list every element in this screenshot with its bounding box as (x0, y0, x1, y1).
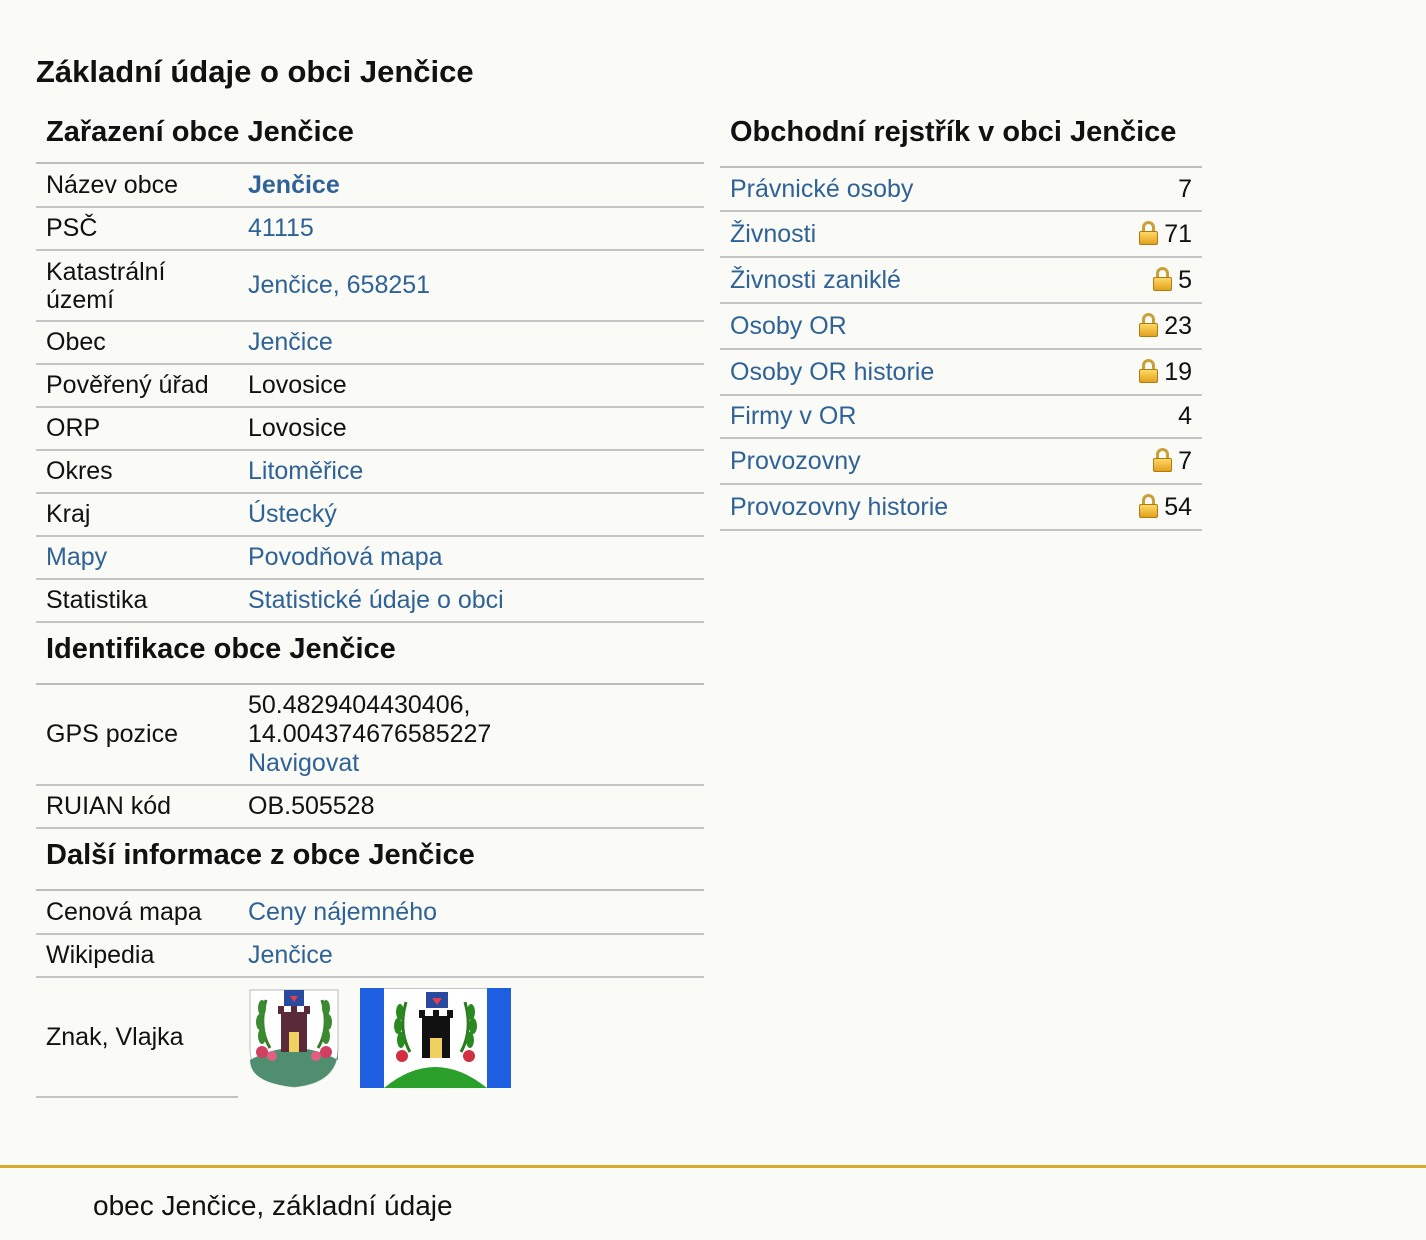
table-row: Živnosti zaniklé 5 (720, 257, 1202, 304)
register-link[interactable]: Živnosti (730, 220, 816, 248)
flood-map-link[interactable]: Povodňová mapa (248, 543, 443, 571)
navigate-link[interactable]: Navigovat (248, 749, 359, 777)
row-label: Okres (36, 450, 238, 494)
footer-divider (0, 1165, 1426, 1168)
identifikace-section: Identifikace obce Jenčice GPS pozice 50.… (36, 623, 704, 829)
table-row: Obec Jenčice (36, 321, 704, 365)
register-count: 5 (1178, 265, 1192, 294)
table-row: Mapy Povodňová mapa (36, 536, 704, 580)
row-value: Lovosice (238, 407, 704, 451)
lock-icon (1153, 447, 1173, 472)
footer-text: obec Jenčice, základní údaje (93, 1190, 453, 1221)
row-value: Lovosice (238, 364, 704, 408)
identifikace-table: GPS pozice 50.4829404430406, 14.00437467… (36, 685, 704, 829)
table-row: Katastrální území Jenčice, 658251 (36, 250, 704, 322)
dalsi-heading: Další informace z obce Jenčice (36, 829, 704, 891)
table-row: PSČ 41115 (36, 207, 704, 251)
register-link[interactable]: Firmy v OR (730, 402, 856, 430)
business-register-panel: Obchodní rejstřík v obci Jenčice Právnic… (720, 112, 1202, 531)
row-label: RUIAN kód (36, 785, 238, 829)
table-row: Kraj Ústecký (36, 493, 704, 537)
row-label: Obec (36, 321, 238, 365)
dalsi-section: Další informace z obce Jenčice Cenová ma… (36, 829, 704, 1098)
register-count: 54 (1164, 492, 1192, 521)
register-link[interactable]: Provozovny (730, 447, 861, 475)
table-row: Název obce Jenčice (36, 164, 704, 208)
row-label: Pověřený úřad (36, 364, 238, 408)
gps-latitude: 50.4829404430406, (248, 691, 471, 719)
table-row: Wikipedia Jenčice (36, 934, 704, 978)
register-count: 7 (1178, 174, 1192, 203)
kraj-link[interactable]: Ústecký (248, 500, 337, 528)
register-count: 71 (1164, 219, 1192, 248)
municipality-name-link[interactable]: Jenčice (248, 171, 340, 199)
table-row: ORP Lovosice (36, 407, 704, 451)
table-row: Firmy v OR 4 (720, 395, 1202, 439)
coat-of-arms-image[interactable] (248, 988, 340, 1088)
ruian-code: OB.505528 (238, 785, 704, 829)
lock-icon (1139, 493, 1159, 518)
table-row: Pověřený úřad Lovosice (36, 364, 704, 408)
cadastral-area-link[interactable]: Jenčice, 658251 (248, 271, 430, 299)
wikipedia-link[interactable]: Jenčice (248, 941, 333, 969)
lock-icon (1139, 220, 1159, 245)
table-row: Provozovny historie 54 (720, 484, 1202, 531)
table-row: Provozovny 7 (720, 438, 1202, 485)
row-label: Cenová mapa (36, 891, 238, 935)
row-label: Katastrální území (36, 250, 238, 322)
table-row: Osoby OR historie 19 (720, 349, 1202, 396)
row-label: GPS pozice (36, 685, 238, 786)
row-label: ORP (36, 407, 238, 451)
zarazeni-heading: Zařazení obce Jenčice (36, 112, 704, 164)
register-count: 7 (1178, 446, 1192, 475)
rent-prices-link[interactable]: Ceny nájemného (248, 898, 437, 926)
rejstrik-heading: Obchodní rejstřík v obci Jenčice (720, 112, 1202, 168)
row-label: Wikipedia (36, 934, 238, 978)
statistics-link[interactable]: Statistické údaje o obci (248, 586, 504, 614)
table-row: Statistika Statistické údaje o obci (36, 579, 704, 623)
flag-image[interactable] (360, 987, 511, 1088)
lock-icon (1153, 266, 1173, 291)
table-row: GPS pozice 50.4829404430406, 14.00437467… (36, 685, 704, 786)
table-row: Právnické osoby 7 (720, 168, 1202, 212)
table-row: Cenová mapa Ceny nájemného (36, 891, 704, 935)
register-link[interactable]: Provozovny historie (730, 493, 948, 521)
row-label: PSČ (36, 207, 238, 251)
register-link[interactable]: Právnické osoby (730, 175, 913, 203)
register-link[interactable]: Živnosti zaniklé (730, 266, 901, 294)
okres-link[interactable]: Litoměřice (248, 457, 363, 485)
rejstrik-table: Právnické osoby 7 Živnosti 71 Živnosti z… (720, 168, 1202, 531)
row-label: Znak, Vlajka (36, 977, 238, 1098)
register-link[interactable]: Osoby OR historie (730, 358, 934, 386)
register-count: 4 (1178, 402, 1192, 430)
page-title: Základní údaje o obci Jenčice (36, 54, 474, 89)
obec-link[interactable]: Jenčice (248, 328, 333, 356)
register-count: 19 (1164, 357, 1192, 386)
register-count: 23 (1164, 311, 1192, 340)
table-row: RUIAN kód OB.505528 (36, 785, 704, 829)
mapy-link[interactable]: Mapy (46, 543, 107, 571)
gps-longitude: 14.004374676585227 (248, 720, 492, 748)
register-link[interactable]: Osoby OR (730, 312, 847, 340)
dalsi-table: Cenová mapa Ceny nájemného Wikipedia Jen… (36, 891, 704, 1098)
lock-icon (1139, 312, 1159, 337)
zarazeni-table: Název obce Jenčice PSČ 41115 Katastrální… (36, 164, 704, 623)
municipality-info-panel: Zařazení obce Jenčice Název obce Jenčice… (36, 112, 704, 1098)
row-label: Kraj (36, 493, 238, 537)
psc-link[interactable]: 41115 (248, 214, 314, 242)
identifikace-heading: Identifikace obce Jenčice (36, 623, 704, 685)
row-label: Statistika (36, 579, 238, 623)
table-row: Okres Litoměřice (36, 450, 704, 494)
table-row: Osoby OR 23 (720, 303, 1202, 350)
table-row: Znak, Vlajka (36, 977, 704, 1098)
table-row: Živnosti 71 (720, 211, 1202, 258)
lock-icon (1139, 358, 1159, 383)
row-label: Název obce (36, 164, 238, 208)
